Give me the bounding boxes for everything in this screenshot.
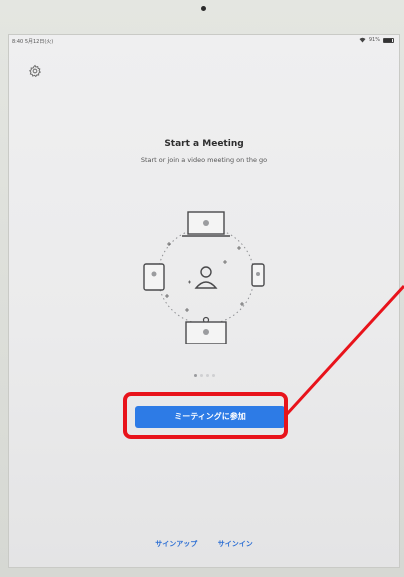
auth-links: サインアップ サインイン: [8, 539, 400, 549]
status-time: 8:40 5月12日(火): [12, 39, 54, 45]
signin-link[interactable]: サインイン: [218, 540, 253, 548]
page-dot-2[interactable]: [200, 374, 203, 377]
wifi-icon: [359, 37, 366, 43]
gear-icon[interactable]: [28, 64, 42, 78]
laptop-icon: [182, 211, 230, 237]
front-camera: [201, 6, 206, 11]
page-subtitle: Start or join a video meeting on the go: [140, 156, 268, 164]
page-dot-4[interactable]: [212, 374, 215, 377]
page-dot-1[interactable]: [194, 374, 197, 377]
page-dot-3[interactable]: [206, 374, 209, 377]
phone-icon: [251, 263, 265, 287]
battery-percent: 91%: [368, 37, 380, 43]
tablet-icon: [143, 263, 165, 291]
signup-link[interactable]: サインアップ: [155, 540, 197, 548]
status-bar: 8:40 5月12日(火) 91%: [8, 34, 400, 48]
battery-icon: [383, 37, 394, 43]
status-right: 91%: [359, 37, 394, 43]
user-icon: [194, 266, 218, 289]
app-screen: 8:40 5月12日(火) 91% Start a Meeting Start …: [8, 34, 400, 568]
webcam-screen-icon: [185, 316, 227, 344]
page-title: Start a Meeting: [164, 139, 244, 149]
carousel-page-dots: [194, 374, 215, 377]
annotation-highlight-box: [123, 392, 288, 439]
meeting-illustration: [143, 211, 265, 344]
